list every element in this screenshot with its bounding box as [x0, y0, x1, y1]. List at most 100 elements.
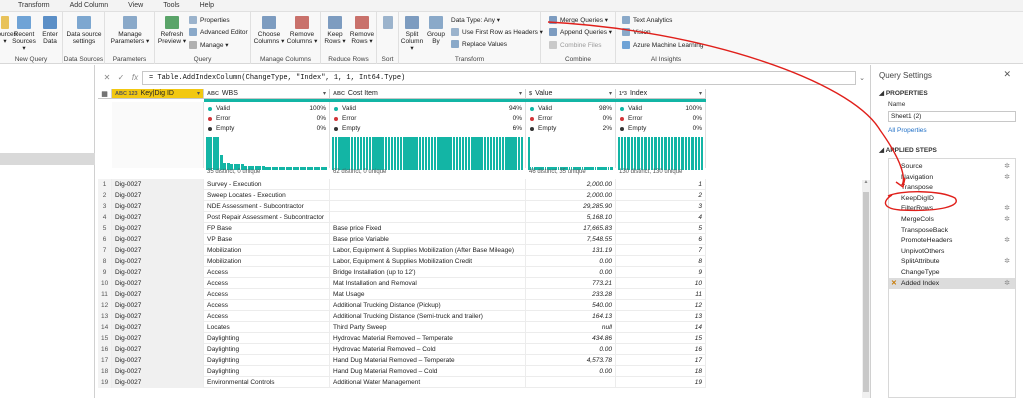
table-cell[interactable]: Sweep Locates - Execution — [204, 190, 330, 201]
data-type-dropdown[interactable]: Data Type: Any ▾ — [451, 16, 500, 24]
column-header-keydigid[interactable]: ABC 123 Key|Dig ID ▾ — [112, 89, 204, 99]
table-cell[interactable]: 0.00 — [526, 366, 616, 377]
chevron-down-icon[interactable]: ▾ — [197, 90, 200, 97]
table-cell[interactable]: Dig-0027 — [112, 278, 204, 289]
column-header-index[interactable]: 1²3 Index ▾ — [616, 89, 706, 99]
table-cell[interactable]: Mat Installation and Removal — [330, 278, 526, 289]
table-cell[interactable]: Dig-0027 — [112, 190, 204, 201]
table-cell[interactable]: Daylighting — [204, 366, 330, 377]
table-cell[interactable]: 5 — [616, 223, 706, 234]
table-cell[interactable]: Additional Water Management — [330, 377, 526, 388]
table-cell[interactable]: Environmental Controls — [204, 377, 330, 388]
table-cell[interactable]: Dig-0027 — [112, 355, 204, 366]
table-row[interactable]: 12 Dig-0027 Access Additional Trucking Dist… — [98, 300, 706, 311]
table-cell[interactable]: Dig-0027 — [112, 311, 204, 322]
query-name-input[interactable]: Sheet1 (2) — [888, 111, 1016, 122]
table-row[interactable]: 16 Dig-0027 Daylighting Hydrovac Material R… — [98, 344, 706, 355]
refresh-preview-button[interactable]: Refresh Preview ▾ — [157, 16, 187, 45]
table-cell[interactable]: 2,000.00 — [526, 190, 616, 201]
table-cell[interactable]: Mat Usage — [330, 289, 526, 300]
table-cell[interactable] — [330, 212, 526, 223]
table-cell[interactable]: 11 — [616, 289, 706, 300]
table-row[interactable]: 6 Dig-0027 VP Base Base price Variable 7,548… — [98, 234, 706, 245]
table-cell[interactable]: Additional Trucking Distance (Pickup) — [330, 300, 526, 311]
table-cell[interactable]: Dig-0027 — [112, 179, 204, 190]
new-source-button[interactable]: Sources ▾ — [0, 16, 17, 45]
all-properties-link[interactable]: All Properties — [888, 127, 927, 134]
table-cell[interactable]: Bridge Installation (up to 12') — [330, 267, 526, 278]
applied-step-splitattribute[interactable]: SplitAttribute ✲ — [889, 256, 1015, 267]
data-source-settings-button[interactable]: Data source settings — [66, 16, 102, 45]
table-cell[interactable]: Hand Dug Material Removed – Cold — [330, 366, 526, 377]
gear-icon[interactable]: ✲ — [1004, 203, 1010, 214]
table-cell[interactable] — [526, 377, 616, 388]
menu-help[interactable]: Help — [190, 2, 224, 9]
table-cell[interactable]: Dig-0027 — [112, 333, 204, 344]
vision-button[interactable]: Vision — [622, 28, 651, 36]
chevron-down-icon[interactable]: ▾ — [323, 90, 326, 97]
table-cell[interactable]: 18 — [616, 366, 706, 377]
table-cell[interactable]: Survey - Execution — [204, 179, 330, 190]
remove-rows-button[interactable]: Remove Rows ▾ — [349, 16, 375, 45]
collapse-icon[interactable]: ◢ — [879, 90, 886, 97]
table-cell[interactable]: Hydrovac Material Removed – Temperate — [330, 333, 526, 344]
table-row[interactable]: 8 Dig-0027 Mobilization Labor, Equipment & … — [98, 256, 706, 267]
table-cell[interactable]: Dig-0027 — [112, 201, 204, 212]
table-cell[interactable]: 19 — [616, 377, 706, 388]
table-cell[interactable]: 3 — [616, 201, 706, 212]
table-cell[interactable]: Labor, Equipment & Supplies Mobilization… — [330, 256, 526, 267]
table-cell[interactable]: 12 — [616, 300, 706, 311]
table-row[interactable]: 11 Dig-0027 Access Mat Usage 233.28 11 — [98, 289, 706, 300]
table-cell[interactable]: Dig-0027 — [112, 256, 204, 267]
table-cell[interactable]: 29,285.90 — [526, 201, 616, 212]
table-cell[interactable]: Daylighting — [204, 344, 330, 355]
table-cell[interactable]: Access — [204, 300, 330, 311]
table-cell[interactable]: Dig-0027 — [112, 322, 204, 333]
table-cell[interactable]: Dig-0027 — [112, 212, 204, 223]
table-cell[interactable]: Hydrovac Material Removed – Cold — [330, 344, 526, 355]
azure-ml-button[interactable]: Azure Machine Learning — [622, 41, 703, 49]
check-icon[interactable]: ✓ — [114, 73, 128, 82]
table-cell[interactable]: Daylighting — [204, 355, 330, 366]
table-cell[interactable]: 0.00 — [526, 267, 616, 278]
table-cell[interactable]: 14 — [616, 322, 706, 333]
delete-step-icon[interactable]: ✕ — [891, 278, 897, 289]
table-cell[interactable]: Dig-0027 — [112, 289, 204, 300]
menu-tools[interactable]: Tools — [153, 2, 189, 9]
append-queries-button[interactable]: Append Queries ▾ — [549, 28, 612, 36]
gear-icon[interactable]: ✲ — [1004, 278, 1010, 289]
applied-step-transposeback[interactable]: TransposeBack — [889, 225, 1015, 236]
table-row[interactable]: 18 Dig-0027 Daylighting Hand Dug Material R… — [98, 366, 706, 377]
table-cell[interactable]: Labor, Equipment & Supplies Mobilization… — [330, 245, 526, 256]
table-cell[interactable]: Dig-0027 — [112, 377, 204, 388]
table-cell[interactable]: Daylighting — [204, 333, 330, 344]
table-cell[interactable]: Dig-0027 — [112, 300, 204, 311]
table-cell[interactable]: 13 — [616, 311, 706, 322]
merge-queries-button[interactable]: Merge Queries ▾ — [549, 16, 608, 24]
table-cell[interactable]: 7 — [616, 245, 706, 256]
table-cell[interactable]: Base price Variable — [330, 234, 526, 245]
manage-query-button[interactable]: Manage ▾ — [189, 41, 229, 49]
gear-icon[interactable]: ✲ — [1004, 172, 1010, 183]
applied-step-keepdigid[interactable]: KeepDigID — [889, 193, 1015, 204]
keep-rows-button[interactable]: Keep Rows ▾ — [323, 16, 347, 45]
applied-step-added-index[interactable]: ✕ Added Index ✲ — [889, 277, 1015, 289]
table-cell[interactable]: Additional Trucking Distance (Semi-truck… — [330, 311, 526, 322]
table-cell[interactable]: 4 — [616, 212, 706, 223]
table-cell[interactable]: 17,665.83 — [526, 223, 616, 234]
table-cell[interactable]: 540.00 — [526, 300, 616, 311]
table-cell[interactable]: NDE Assessment - Subcontractor — [204, 201, 330, 212]
applied-step-promoteheaders[interactable]: PromoteHeaders ✲ — [889, 235, 1015, 246]
table-cell[interactable]: Mobilization — [204, 256, 330, 267]
table-cell[interactable]: 131.19 — [526, 245, 616, 256]
table-row[interactable]: 17 Dig-0027 Daylighting Hand Dug Material R… — [98, 355, 706, 366]
table-cell[interactable]: Base price Fixed — [330, 223, 526, 234]
table-cell[interactable]: null — [526, 322, 616, 333]
table-row[interactable]: 9 Dig-0027 Access Bridge Installation (up t… — [98, 267, 706, 278]
column-header-wbs[interactable]: ABC WBS ▾ — [204, 89, 330, 99]
applied-step-unpivotothers[interactable]: UnpivotOthers — [889, 246, 1015, 257]
applied-step-mergecols[interactable]: MergeCols ✲ — [889, 214, 1015, 225]
table-cell[interactable]: 16 — [616, 344, 706, 355]
table-cell[interactable]: Dig-0027 — [112, 344, 204, 355]
applied-step-source[interactable]: Source ✲ — [889, 161, 1015, 172]
